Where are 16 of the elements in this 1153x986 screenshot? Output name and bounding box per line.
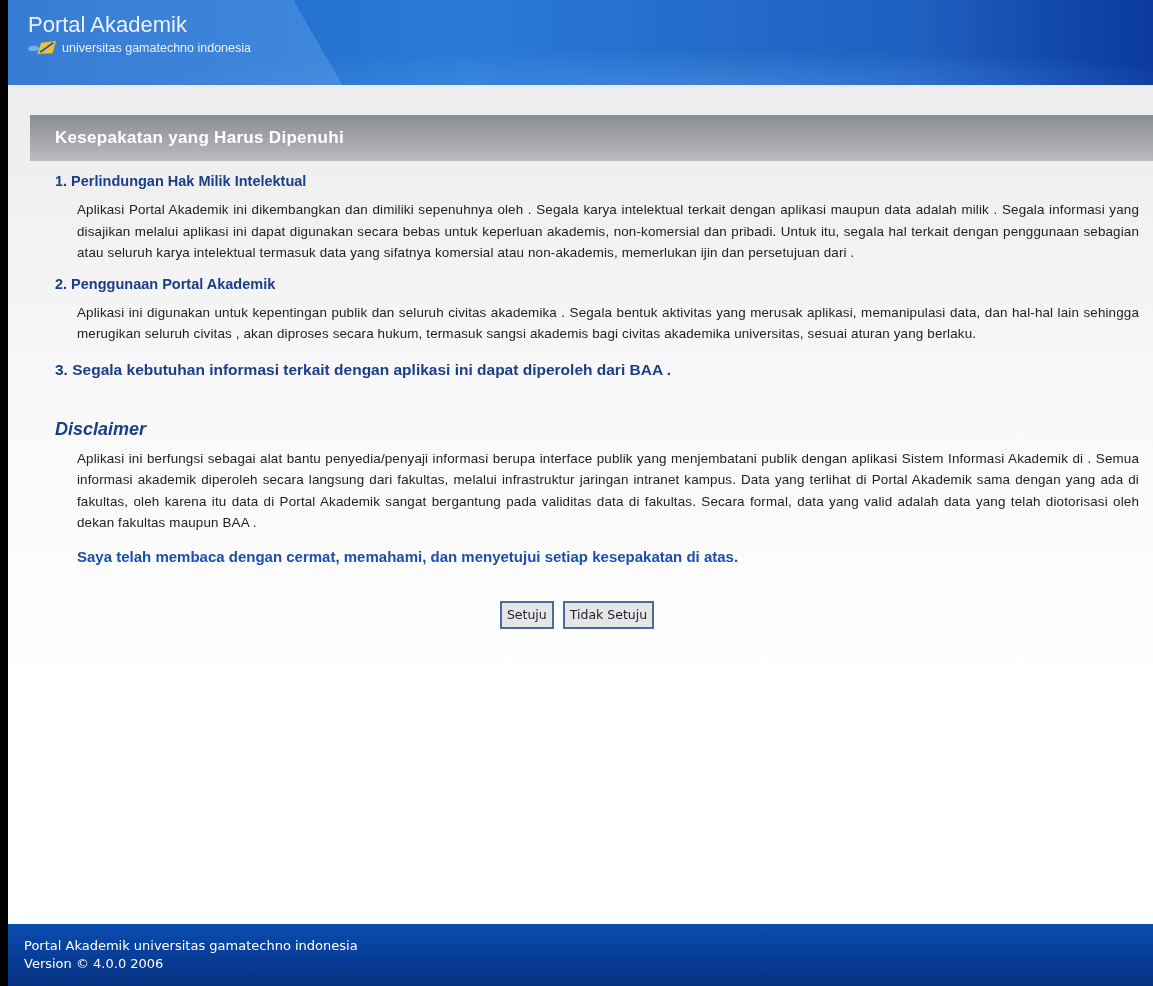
agreement-statement: Saya telah membaca dengan cermat, memahami, dan menyetujui setiap kesepakatan di atas. [77,547,740,565]
panel-title: Kesepakatan yang Harus Dipenuhi [55,128,344,148]
section-paragraph: Aplikasi Portal Akademik ini dikembangkan dan dimiliki sepenuhnya oleh . Segala karya intelektual terkait dengan aplikasi maupun data adalah milik . Segala informasi yang disajikan melalui aplikasi ini dapat digunakan secara bebas untuk keperluan akademis, non-komersial dan pribadi. Untuk itu, segala hal terkait dengan penggunaan sebagian atau seluruh karya intelektual termasuk data yang sifatnya komersial atau non-akademis, memerlukan ijin dan persetujuan dari . [77,201,1139,262]
section-heading: 3. Segala kebutuhan informasi terkait dengan aplikasi ini dapat diperoleh dari BAA . [55,360,673,379]
section-heading: 2. Penggunaan Portal Akademik [55,275,277,292]
site-title: Portal Akademik [28,12,188,38]
disclaimer-paragraph: Aplikasi ini berfungsi sebagai alat bantu penyedia/penyaji informasi berupa interface publik yang menjembatani publik dengan aplikasi Sistem Informasi Akademik di . Semua informasi akademik diperoleh secara langsung dari fakultas, melalui infrastruktur jaringan intranet kampus. Data yang terlihat di Portal Akademik sama dengan yang ada di fakultas, oleh karena itu data di Portal Akademik sangat bergantung pada validitas data di fakultas. Secara formal, data yang valid adalah data yang telah diotorisasi oleh dekan fakultas maupun BAA . [77,449,1139,532]
agree-button[interactable]: Setuju [499,600,554,629]
disagree-button[interactable]: Tidak Setuju [562,600,655,629]
section-heading: 1. Perlindungan Hak Milik Intelektual [55,173,308,189]
version-text: Version © 4.0.0 2006 [24,955,165,973]
section-paragraph: Aplikasi ini digunakan untuk kepentingan publik dan seluruh civitas akademika . Segala bentuk aktivitas yang merusak aplikasi, memanipulasi data, dan hal-hal lain sehingga merugikan seluruh civitas , akan diproses secara hukum, termasuk sangsi akademis bagi civitas akademika universitas, sesuai aturan yang berlaku. [77,303,1139,343]
site-subtitle: universitas gamatechno indonesia [62,40,251,55]
logo-icon [28,40,58,55]
footer-text: Portal Akademik universitas gamatechno indonesia [24,937,359,955]
disclaimer-heading: Disclaimer [55,418,148,440]
